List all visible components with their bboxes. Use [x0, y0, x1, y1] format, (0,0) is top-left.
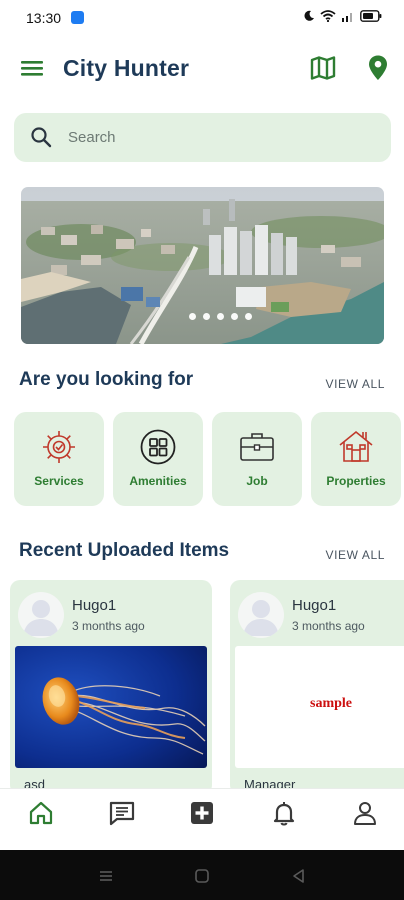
category-list: Services Amenities Job Properties — [14, 412, 401, 506]
add-icon[interactable] — [188, 799, 216, 827]
city-aerial-image — [21, 187, 384, 344]
status-icons — [303, 10, 382, 22]
category-properties[interactable]: Properties — [311, 412, 401, 506]
item-image: sample — [235, 646, 404, 768]
upload-time: 3 months ago — [72, 619, 145, 633]
recent-item-card[interactable]: Hugo1 3 months ago asd — [10, 580, 212, 790]
briefcase-icon — [240, 433, 274, 461]
bell-icon[interactable] — [270, 799, 298, 827]
status-bar: 13:30 — [0, 0, 404, 36]
status-time: 13:30 — [26, 10, 62, 26]
category-label: Properties — [326, 474, 386, 488]
chat-icon[interactable] — [108, 799, 136, 827]
bottom-navigation — [0, 788, 404, 850]
carousel-dot[interactable] — [245, 313, 252, 320]
app-bar: City Hunter — [0, 44, 404, 92]
home-icon[interactable] — [27, 799, 55, 827]
house-icon — [339, 430, 373, 462]
item-image — [15, 646, 207, 768]
hamburger-menu-icon[interactable] — [20, 58, 44, 78]
wifi-icon — [320, 10, 336, 22]
categories-section-title: Are you looking for — [19, 369, 194, 390]
signal-icon — [342, 13, 352, 22]
uploader-name: Hugo1 — [292, 597, 337, 614]
user-avatar-icon — [243, 600, 279, 636]
banner-carousel[interactable] — [21, 187, 384, 344]
carousel-dot[interactable] — [203, 313, 210, 320]
moon-icon — [304, 10, 314, 21]
location-pin-icon[interactable] — [367, 54, 389, 82]
recent-view-all-link[interactable]: VIEW ALL — [326, 548, 386, 562]
battery-icon — [360, 10, 382, 22]
carousel-indicators — [21, 313, 384, 320]
notification-app-icon — [71, 11, 84, 24]
carousel-dot[interactable] — [217, 313, 224, 320]
avatar — [18, 592, 64, 638]
category-job[interactable]: Job — [212, 412, 302, 506]
search-input[interactable] — [68, 113, 368, 162]
recent-items-list: Hugo1 3 months ago asd Hugo1 3 months ag… — [10, 580, 404, 790]
jellyfish-image — [15, 646, 207, 768]
recent-apps-icon[interactable] — [97, 867, 115, 885]
map-icon[interactable] — [310, 55, 336, 81]
recent-section-title: Recent Uploaded Items — [19, 540, 230, 561]
uploader-name: Hugo1 — [72, 597, 117, 614]
amenities-grid-icon — [140, 429, 176, 465]
recent-item-card[interactable]: Hugo1 3 months ago sample Manager — [230, 580, 404, 790]
sample-image-text: sample — [310, 696, 352, 711]
app-title: City Hunter — [63, 55, 190, 81]
carousel-dot[interactable] — [231, 313, 238, 320]
screen: 13:30 City Hunter Search Are you looking… — [0, 0, 404, 900]
home-button-icon[interactable] — [193, 867, 211, 885]
avatar — [238, 592, 284, 638]
categories-view-all-link[interactable]: VIEW ALL — [326, 377, 386, 391]
back-icon[interactable] — [290, 867, 308, 885]
search-bar[interactable] — [14, 113, 391, 162]
search-icon — [31, 127, 52, 148]
category-amenities[interactable]: Amenities — [113, 412, 203, 506]
category-label: Job — [246, 474, 268, 488]
upload-time: 3 months ago — [292, 619, 365, 633]
system-navigation-bar — [0, 850, 404, 900]
profile-icon[interactable] — [351, 799, 379, 827]
category-label: Services — [34, 474, 84, 488]
services-gear-icon — [43, 431, 75, 463]
category-label: Amenities — [129, 474, 187, 488]
category-services[interactable]: Services — [14, 412, 104, 506]
carousel-dot[interactable] — [189, 313, 196, 320]
user-avatar-icon — [23, 600, 59, 636]
